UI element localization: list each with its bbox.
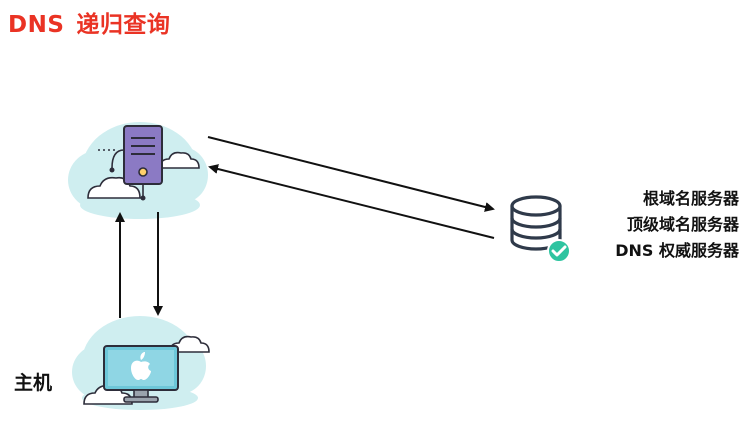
check-badge-icon bbox=[547, 239, 571, 263]
tld-server-label: 顶级域名服务器 bbox=[626, 215, 739, 234]
host-label: 主机 bbox=[14, 372, 53, 394]
host-node bbox=[72, 316, 210, 410]
authoritative-server-label: DNS 权威服务器 bbox=[615, 241, 739, 260]
remote-servers-node bbox=[510, 195, 571, 263]
remote-servers-label-list: 根域名服务器 顶级域名服务器 DNS 权威服务器 bbox=[615, 186, 739, 264]
arrow-local-dns-to-remote-servers bbox=[207, 136, 495, 212]
arrow-remote-servers-to-local-dns bbox=[208, 164, 495, 239]
local-dns-server-node bbox=[68, 122, 208, 219]
root-server-label: 根域名服务器 bbox=[642, 189, 739, 208]
